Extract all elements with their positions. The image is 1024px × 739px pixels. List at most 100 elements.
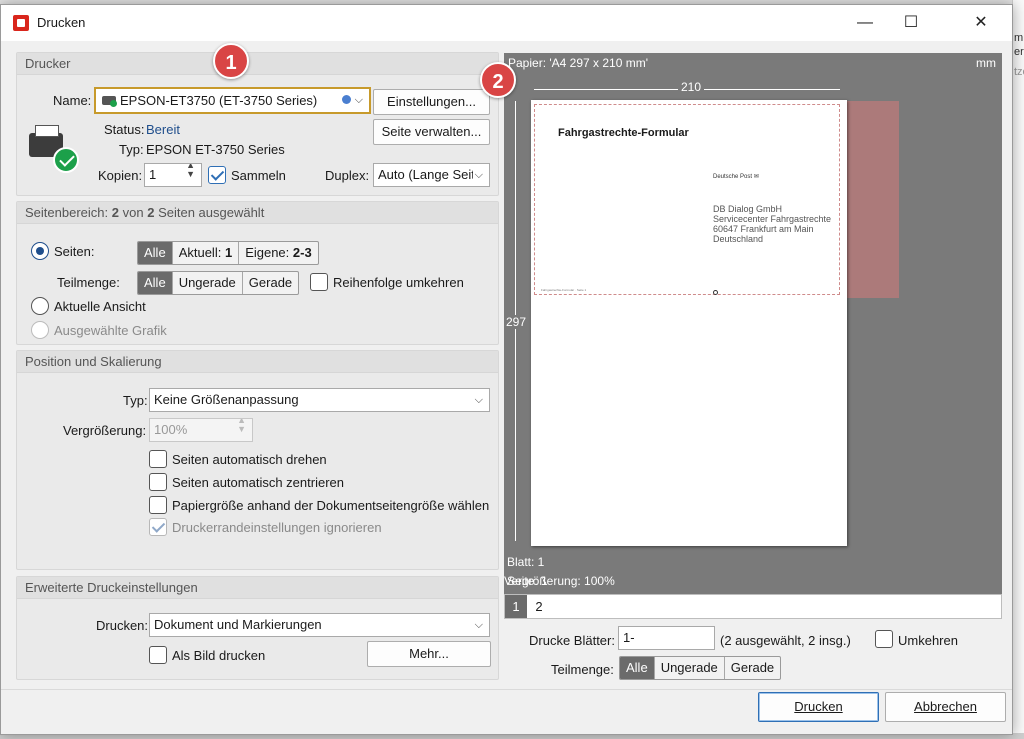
unit-label: mm [976,56,996,70]
sheets-selection-info: (2 ausgewählt, 2 insg.) [720,633,851,648]
advanced-settings-title: Erweiterte Druckeinstellungen [17,577,498,599]
document-title: Fahrgastrechte-Formular [558,127,689,139]
range-count-selected: 2 [111,205,119,220]
subset-label: Teilmenge: [57,275,120,290]
annotation-badge-1: 1 [213,43,249,79]
copies-label: Kopien: [98,168,143,183]
printer-group-title: Drucker [17,53,498,75]
printer-small-icon [102,96,117,107]
auto-center-label: Seiten automatisch zentrieren [172,475,344,490]
print-sheets-input[interactable]: 1- [618,626,715,650]
pages-current-value: 1 [224,245,233,260]
maximize-button[interactable]: ☐ [888,5,934,41]
range-title-mid: von [122,205,144,220]
overflow-area [847,101,899,298]
auto-center-checkbox[interactable] [149,473,167,491]
position-scaling-title: Position und Skalierung [17,351,498,373]
selected-graphic-radio[interactable] [31,321,49,339]
scaling-type-label: Typ: [123,393,148,408]
chevron-down-icon: ⌵ [474,619,483,631]
crosshair-icon [713,290,718,295]
preview-page: Fahrgastrechte-Formular Deutsche Post ✉ … [531,100,847,546]
recipient-address: DB Dialog GmbH Servicecenter Fahrgastrec… [713,204,831,244]
print-what-label: Drucken: [96,618,149,633]
more-button[interactable]: Mehr... [367,641,491,667]
ignore-margins-checkbox[interactable] [149,518,167,536]
pages-custom-option[interactable]: Eigene: 2-3 [239,242,318,264]
page-tab-2[interactable]: 2 [528,595,550,618]
reverse-order-label: Reihenfolge umkehren [333,275,464,290]
pages-segmented-control[interactable]: Alle Aktuell: 1 Eigene: 2-3 [137,241,319,265]
background-text: tze [1014,66,1024,78]
scaling-type-select[interactable]: Keine Größenanpassung ⌵ [149,388,490,412]
subset-even-option[interactable]: Gerade [243,272,298,294]
printer-name-value: EPSON-ET3750 (ET-3750 Series) [120,93,318,108]
current-view-radio[interactable] [31,297,49,315]
zoom-label: Vergrößerung: [63,423,147,438]
sheets-subset-all[interactable]: Alle [620,657,655,679]
status-label: Status: [104,122,145,137]
pages-current-label: Aktuell: [178,245,222,260]
title-bar: Drucken — ☐ ✕ [1,5,1012,41]
background-text: er [1014,46,1024,58]
scaling-type-value: Keine Größenanpassung [154,392,299,407]
reverse-label: Umkehren [898,633,958,648]
print-sheets-label: Drucke Blätter: [529,633,615,648]
chevron-down-icon: ⌵ [472,164,483,186]
sheets-subset-odd[interactable]: Ungerade [655,657,725,679]
reverse-checkbox[interactable] [875,630,893,648]
auto-rotate-checkbox[interactable] [149,450,167,468]
print-as-image-checkbox[interactable] [149,646,167,664]
stepper-arrows-icon[interactable]: ▲ ▼ [186,164,195,179]
printer-select[interactable]: EPSON-ET3750 (ET-3750 Series) ⌵ [94,87,371,114]
background-text: m [1014,32,1024,44]
sheet-info: Blatt: 1 [507,555,545,569]
subset-odd-option[interactable]: Ungerade [173,272,243,294]
print-what-select[interactable]: Dokument und Markierungen ⌵ [149,613,490,637]
stepper-arrows-icon[interactable]: ▲ ▼ [237,419,246,434]
selected-graphic-label: Ausgewählte Grafik [54,323,167,338]
duplex-select[interactable]: Auto (Lange Seit ⌵ [373,163,490,187]
copies-stepper[interactable]: 1 ▲ ▼ [144,163,202,187]
manage-pages-button[interactable]: Seite verwalten... [373,119,490,145]
printer-settings-button[interactable]: Einstellungen... [373,89,490,115]
minimize-button[interactable]: — [842,5,888,41]
annotation-badge-2: 2 [480,62,516,98]
address-line: Deutschland [713,234,764,244]
width-label: 210 [678,80,705,94]
pages-all-option[interactable]: Alle [138,242,173,264]
paper-size-checkbox[interactable] [149,496,167,514]
type-value: EPSON ET-3750 Series [146,142,285,157]
subset-all-option[interactable]: Alle [138,272,173,294]
range-title-suffix: Seiten ausgewählt [158,205,265,220]
chevron-down-icon: ⌵ [354,94,363,106]
footer-divider [1,689,1012,690]
zoom-value: 100% [154,422,188,437]
address-line: 60647 Frankfurt am Main [713,224,814,234]
paper-size-label: Papiergröße anhand der Dokumentseitengrö… [172,498,490,513]
height-label: 297 [506,315,527,329]
page-tab-1[interactable]: 1 [505,595,527,618]
cancel-button-label: Abbrechen [914,699,977,714]
cancel-button[interactable]: Abbrechen [885,692,1006,722]
reverse-order-checkbox[interactable] [310,273,328,291]
print-what-value: Dokument und Markierungen [154,617,322,632]
pages-custom-label: Eigene: [245,245,290,260]
printer-name-label: Name: [53,93,92,108]
window-title: Drucken [37,15,86,30]
address-line: Servicecenter Fahrgastrechte [713,214,832,224]
subset-segmented-control[interactable]: Alle Ungerade Gerade [137,271,300,295]
close-button[interactable]: ✕ [958,5,1004,41]
pages-current-option[interactable]: Aktuell: 1 [173,242,240,264]
sheets-subset-even[interactable]: Gerade [725,657,780,679]
zoom-stepper[interactable]: 100% ▲ ▼ [149,418,253,442]
sender-logo: Deutsche Post ✉ [713,174,759,180]
pages-radio[interactable] [31,242,49,260]
sheets-subset-control[interactable]: Alle Ungerade Gerade [619,656,782,680]
range-title-prefix: Seitenbereich: [25,205,109,220]
copies-value: 1 [149,167,157,182]
pages-custom-value: 2-3 [292,245,312,260]
print-button[interactable]: Drucken [758,692,879,722]
preview-header: Papier: 'A4 297 x 210 mm' mm [504,53,1002,73]
collate-checkbox[interactable] [208,166,226,184]
